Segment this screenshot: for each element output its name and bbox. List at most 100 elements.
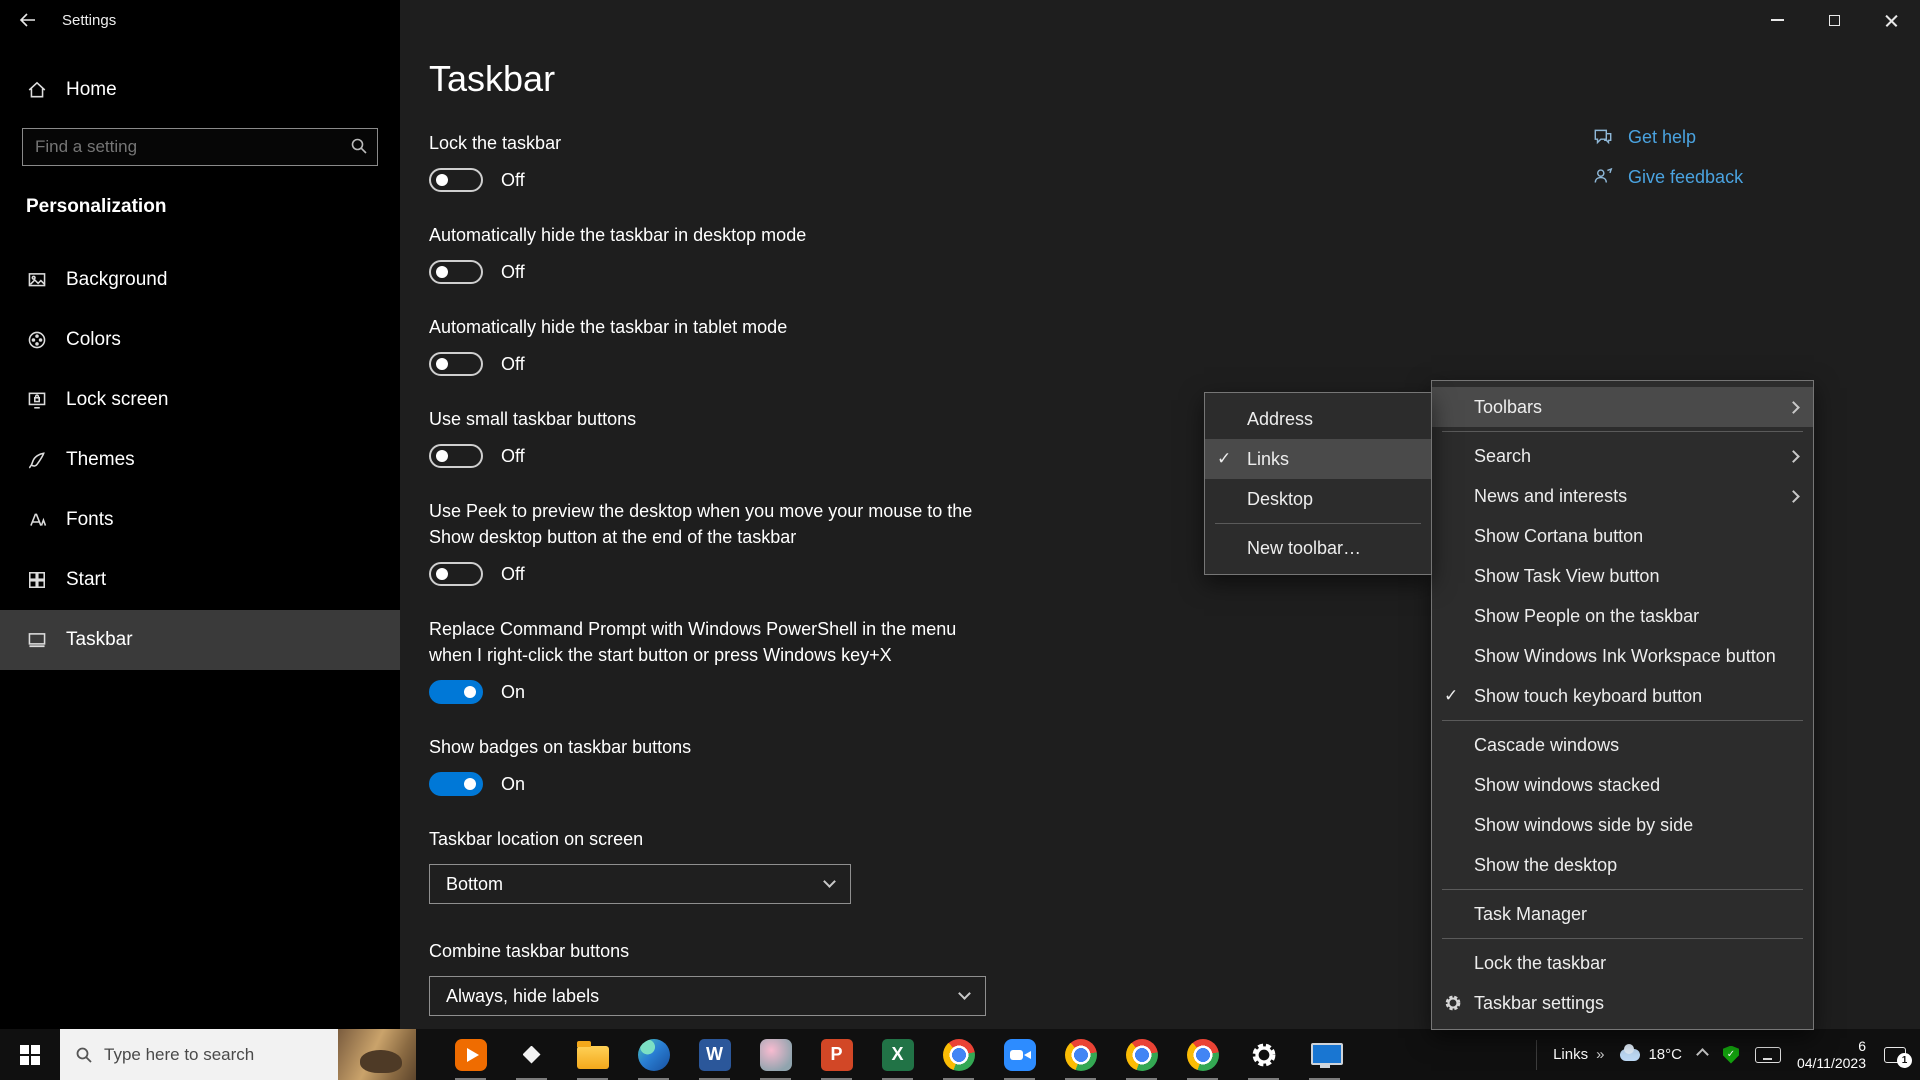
tray-clock[interactable]: 6 04/11/2023 [1797, 1038, 1866, 1072]
chevron-down-icon [958, 987, 971, 1000]
links-toolbar-overflow[interactable]: » [1596, 1046, 1604, 1063]
search-highlight-image[interactable] [338, 1029, 416, 1080]
taskbar-app-powerpoint[interactable] [806, 1029, 867, 1080]
back-button[interactable] [18, 11, 38, 29]
submenu-item-address[interactable]: Address [1205, 399, 1431, 439]
menu-item-toolbars[interactable]: Toolbars [1432, 387, 1813, 427]
taskbar-location-dropdown[interactable]: Bottom [429, 864, 851, 904]
sidebar-item-lock-screen[interactable]: Lock screen [0, 370, 400, 430]
close-icon [1884, 13, 1899, 28]
autohide-tablet-toggle[interactable] [429, 352, 483, 376]
sidebar-item-label: Fonts [66, 509, 114, 531]
taskbar-app-zoom[interactable] [989, 1029, 1050, 1080]
taskbar-search-placeholder: Type here to search [104, 1045, 254, 1065]
minimize-button[interactable] [1749, 0, 1806, 40]
give-feedback-label: Give feedback [1628, 167, 1743, 188]
small-buttons-toggle[interactable] [429, 444, 483, 468]
search-icon[interactable] [349, 136, 369, 156]
combine-buttons-dropdown[interactable]: Always, hide labels [429, 976, 986, 1016]
sidebar-item-label: Taskbar [66, 629, 133, 651]
security-shield-icon[interactable]: ✓ [1723, 1046, 1739, 1064]
menu-item-show-windows-stacked[interactable]: Show windows stacked [1432, 765, 1813, 805]
windows-logo-icon [20, 1045, 40, 1065]
menu-item-task-manager[interactable]: Task Manager [1432, 894, 1813, 934]
themes-icon [26, 450, 48, 470]
menu-item-label: Show the desktop [1474, 855, 1617, 876]
submenu-item-desktop[interactable]: Desktop [1205, 479, 1431, 519]
powershell-toggle[interactable] [429, 680, 483, 704]
menu-item-label: Show People on the taskbar [1474, 606, 1699, 627]
menu-item-lock-the-taskbar[interactable]: Lock the taskbar [1432, 943, 1813, 983]
menu-item-show-the-desktop[interactable]: Show the desktop [1432, 845, 1813, 885]
close-button[interactable] [1863, 0, 1920, 40]
links-toolbar[interactable]: Links » [1553, 1046, 1604, 1063]
menu-item-label: Show windows stacked [1474, 775, 1660, 796]
notification-badge: 1 [1897, 1053, 1912, 1068]
setting-label: Use Peek to preview the desktop when you… [429, 498, 974, 550]
menu-item-show-touch-keyboard[interactable]: Show touch keyboard button [1432, 676, 1813, 716]
menu-item-show-cortana[interactable]: Show Cortana button [1432, 516, 1813, 556]
menu-item-taskbar-settings[interactable]: Taskbar settings [1432, 983, 1813, 1023]
toggle-state-label: Off [501, 446, 525, 467]
menu-item-cascade-windows[interactable]: Cascade windows [1432, 725, 1813, 765]
get-help-icon [1592, 126, 1614, 148]
menu-separator [1442, 938, 1803, 939]
search-input[interactable] [22, 128, 378, 166]
check-icon [1444, 686, 1474, 706]
menu-item-label: Links [1247, 449, 1289, 470]
lock-taskbar-toggle[interactable] [429, 168, 483, 192]
taskbar-app-unknown[interactable] [501, 1029, 562, 1080]
get-help-link[interactable]: Get help [1592, 122, 1743, 152]
peek-toggle[interactable] [429, 562, 483, 586]
give-feedback-link[interactable]: Give feedback [1592, 162, 1743, 192]
menu-item-show-windows-side-by-side[interactable]: Show windows side by side [1432, 805, 1813, 845]
sidebar-item-themes[interactable]: Themes [0, 430, 400, 490]
taskbar-app-unknown-2[interactable] [745, 1029, 806, 1080]
minimize-icon [1771, 19, 1784, 21]
taskbar-app-chrome-2[interactable] [1050, 1029, 1111, 1080]
weather-widget[interactable]: 18°C [1620, 1046, 1682, 1063]
submenu-item-new-toolbar[interactable]: New toolbar… [1205, 528, 1431, 568]
menu-separator [1442, 720, 1803, 721]
menu-item-label: Address [1247, 409, 1313, 430]
sidebar-item-colors[interactable]: Colors [0, 310, 400, 370]
sidebar-item-taskbar[interactable]: Taskbar [0, 610, 400, 670]
submenu-item-links[interactable]: Links [1205, 439, 1431, 479]
menu-item-show-ink-workspace[interactable]: Show Windows Ink Workspace button [1432, 636, 1813, 676]
taskbar-app-word[interactable] [684, 1029, 745, 1080]
taskbar-app-chrome-3[interactable] [1111, 1029, 1172, 1080]
menu-item-show-people[interactable]: Show People on the taskbar [1432, 596, 1813, 636]
sidebar-item-home[interactable]: Home [0, 66, 400, 114]
notification-center-icon[interactable]: 1 [1882, 1044, 1908, 1066]
taskbar-app-excel[interactable] [867, 1029, 928, 1080]
maximize-button[interactable] [1806, 0, 1863, 40]
taskbar-app-edge[interactable] [623, 1029, 684, 1080]
menu-item-search[interactable]: Search [1432, 436, 1813, 476]
menu-item-label: Show Windows Ink Workspace button [1474, 646, 1776, 667]
sidebar-item-background[interactable]: Background [0, 250, 400, 310]
badges-toggle[interactable] [429, 772, 483, 796]
taskbar-context-menu: Toolbars Search News and interests Show … [1431, 380, 1814, 1030]
menu-item-show-task-view[interactable]: Show Task View button [1432, 556, 1813, 596]
start-button[interactable] [0, 1029, 60, 1080]
sidebar-item-fonts[interactable]: Fonts [0, 490, 400, 550]
settings-search [22, 128, 378, 166]
taskbar-app-media-player[interactable] [440, 1029, 501, 1080]
taskbar-app-remote-desktop[interactable] [1294, 1029, 1355, 1080]
file-explorer-icon [577, 1046, 609, 1069]
autohide-desktop-toggle[interactable] [429, 260, 483, 284]
taskbar-app-file-explorer[interactable] [562, 1029, 623, 1080]
taskbar-app-chrome-4[interactable] [1172, 1029, 1233, 1080]
word-icon [699, 1039, 731, 1071]
sidebar-item-start[interactable]: Start [0, 550, 400, 610]
taskbar-app-settings[interactable] [1233, 1029, 1294, 1080]
menu-item-label: News and interests [1474, 486, 1627, 507]
taskbar-search[interactable]: Type here to search [60, 1029, 416, 1080]
dropdown-value: Always, hide labels [446, 986, 599, 1007]
menu-item-news-and-interests[interactable]: News and interests [1432, 476, 1813, 516]
toggle-state-label: On [501, 682, 525, 703]
touch-keyboard-icon[interactable] [1755, 1047, 1781, 1063]
taskbar-app-chrome-1[interactable] [928, 1029, 989, 1080]
show-hidden-icons-button[interactable] [1696, 1048, 1709, 1061]
menu-item-label: Show windows side by side [1474, 815, 1693, 836]
